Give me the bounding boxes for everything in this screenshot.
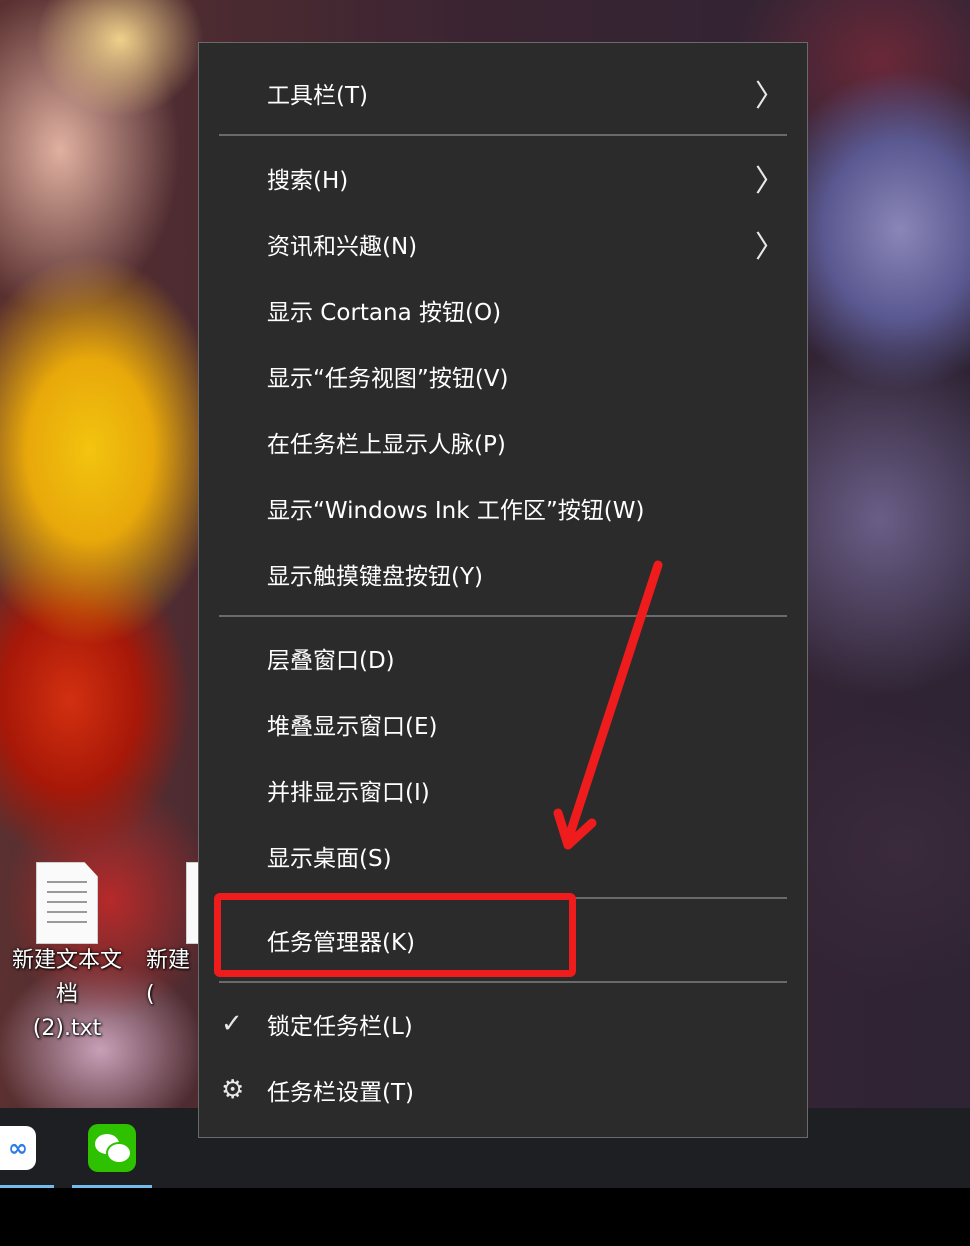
baidu-netdisk-icon: ∞	[0, 1126, 36, 1170]
menu-item-label: 显示“任务视图”按钮(V)	[267, 366, 509, 392]
menu-item-show-touch-keyboard[interactable]: 显示触摸键盘按钮(Y)	[199, 544, 807, 604]
menu-item-label: 并排显示窗口(I)	[267, 780, 430, 806]
menu-item-news-interests[interactable]: 资讯和兴趣(N) 〉	[199, 214, 807, 274]
menu-item-toolbars[interactable]: 工具栏(T) 〉	[199, 63, 807, 123]
menu-item-label: 显示 Cortana 按钮(O)	[267, 300, 502, 326]
desktop-file-icon[interactable]: 新建文本文档 (2).txt	[2, 862, 132, 1046]
check-icon: ✓	[221, 1009, 243, 1039]
menu-item-lock-taskbar[interactable]: ✓ 锁定任务栏(L)	[199, 994, 807, 1054]
taskbar-app-wechat[interactable]	[72, 1108, 152, 1188]
menu-item-stack-windows[interactable]: 堆叠显示窗口(E)	[199, 694, 807, 754]
annotation-arrow	[553, 560, 663, 850]
menu-separator	[219, 615, 787, 617]
menu-item-taskbar-settings[interactable]: ⚙ 任务栏设置(T)	[199, 1060, 807, 1120]
chevron-right-icon: 〉	[755, 79, 785, 114]
menu-item-label: 在任务栏上显示人脉(P)	[267, 432, 506, 458]
taskbar-app-baidu-netdisk[interactable]: ∞	[0, 1108, 54, 1188]
gear-icon: ⚙	[221, 1075, 245, 1105]
menu-item-label: 锁定任务栏(L)	[267, 1014, 413, 1040]
menu-item-label: 层叠窗口(D)	[267, 648, 395, 674]
menu-item-label: 资讯和兴趣(N)	[267, 234, 418, 260]
menu-item-label: 工具栏(T)	[267, 83, 368, 109]
desktop-file-label: 新建文本文档 (2).txt	[11, 948, 122, 1041]
menu-item-label: 堆叠显示窗口(E)	[267, 714, 438, 740]
menu-item-show-windows-ink[interactable]: 显示“Windows Ink 工作区”按钮(W)	[199, 478, 807, 538]
menu-item-cascade-windows[interactable]: 层叠窗口(D)	[199, 628, 807, 688]
menu-item-show-desktop[interactable]: 显示桌面(S)	[199, 826, 807, 886]
annotation-highlight-box	[214, 893, 576, 977]
menu-item-show-task-view[interactable]: 显示“任务视图”按钮(V)	[199, 346, 807, 406]
chevron-right-icon: 〉	[755, 164, 785, 199]
menu-item-label: 显示“Windows Ink 工作区”按钮(W)	[267, 498, 645, 524]
text-file-icon	[36, 862, 98, 944]
menu-separator	[219, 134, 787, 136]
screen-border	[0, 1188, 970, 1246]
menu-item-label: 显示桌面(S)	[267, 846, 392, 872]
chevron-right-icon: 〉	[755, 230, 785, 265]
menu-item-label: 任务栏设置(T)	[267, 1080, 414, 1106]
menu-item-side-by-side[interactable]: 并排显示窗口(I)	[199, 760, 807, 820]
menu-item-search[interactable]: 搜索(H) 〉	[199, 148, 807, 208]
menu-item-show-cortana[interactable]: 显示 Cortana 按钮(O)	[199, 280, 807, 340]
menu-item-label: 搜索(H)	[267, 168, 349, 194]
menu-item-label: 显示触摸键盘按钮(Y)	[267, 564, 483, 590]
menu-separator	[219, 981, 787, 983]
menu-item-show-people[interactable]: 在任务栏上显示人脉(P)	[199, 412, 807, 472]
wechat-icon	[88, 1124, 136, 1172]
